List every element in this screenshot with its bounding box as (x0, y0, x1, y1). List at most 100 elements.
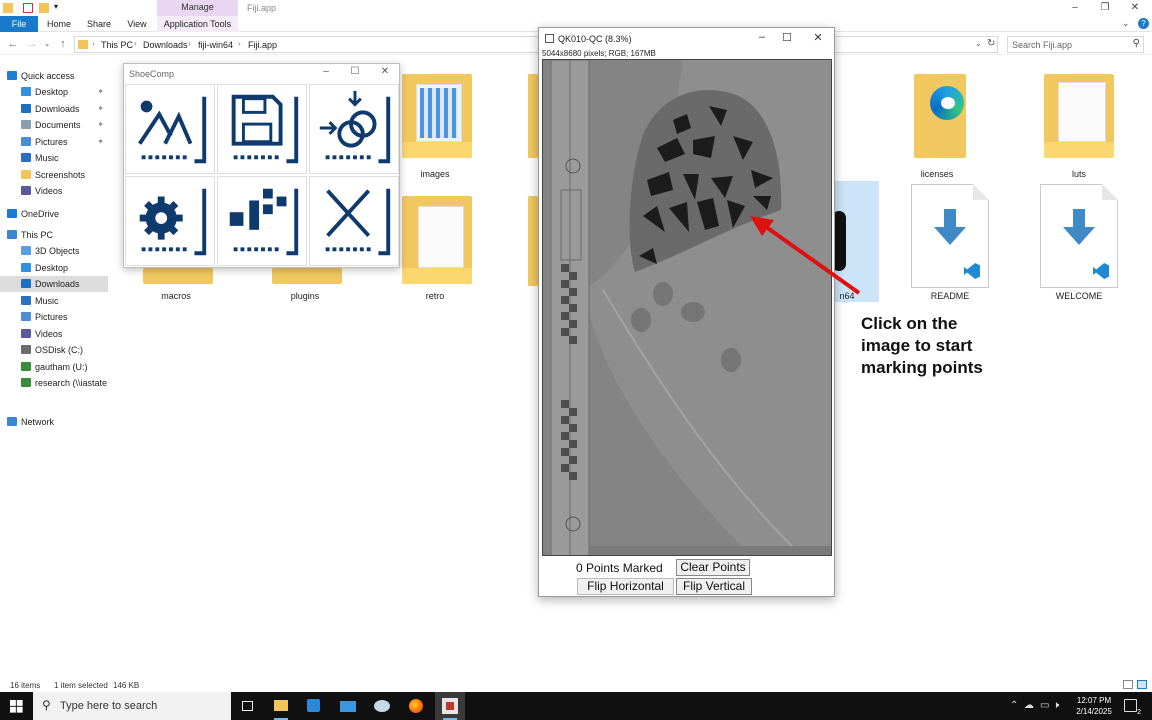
videos-icon (21, 186, 31, 195)
nav-item-music[interactable]: Music (0, 293, 108, 309)
new-folder-icon[interactable] (39, 3, 49, 13)
file-item-readme[interactable]: README (895, 184, 1005, 304)
notification-icon[interactable]: 2 (1124, 699, 1141, 716)
nav-item-desktop[interactable]: Desktop (0, 260, 108, 276)
search-box[interactable]: Search Fiji.app ⚲ (1007, 36, 1144, 53)
fiji-taskbar-icon[interactable] (435, 692, 465, 720)
breadcrumb-downloads[interactable]: Downloads (143, 40, 188, 50)
taskbar-search[interactable]: ⚲ Type here to search (33, 692, 231, 720)
minimize-icon[interactable]: – (313, 66, 339, 80)
minimize-icon[interactable]: – (751, 31, 773, 45)
nav-item-music[interactable]: Music (0, 150, 108, 166)
up-arrow-icon[interactable]: ↑ (56, 37, 70, 51)
task-view-icon[interactable] (233, 692, 263, 720)
start-button[interactable] (0, 692, 33, 720)
nav-item-downloads[interactable]: Downloads ✦ (0, 101, 108, 117)
details-view-icon[interactable] (1123, 680, 1133, 689)
properties-icon[interactable] (23, 3, 33, 13)
network-tray-icon[interactable]: ▭ (1040, 700, 1049, 711)
breadcrumb-this-pc[interactable]: This PC (101, 40, 133, 50)
chevron-up-icon[interactable]: ⌃ (1010, 700, 1018, 711)
close-icon[interactable]: ✕ (1120, 0, 1150, 16)
back-arrow-icon[interactable]: ← (6, 37, 20, 51)
clock[interactable]: 12:07 PM 2/14/2025 (1067, 695, 1121, 717)
nav-item-gautham-u[interactable]: gautham (U:) (0, 359, 108, 375)
maximize-icon[interactable]: ☐ (342, 66, 368, 80)
compare-button[interactable] (309, 84, 399, 174)
settings-button[interactable] (125, 176, 215, 266)
maximize-icon[interactable]: ☐ (776, 31, 798, 45)
firefox-icon[interactable] (401, 692, 431, 720)
flip-horizontal-button[interactable]: Flip Horizontal (577, 578, 674, 595)
refresh-icon[interactable]: ↻ (987, 38, 995, 49)
path-dropdown-icon[interactable]: ⌄ (975, 39, 982, 48)
mail-icon[interactable] (333, 692, 363, 720)
nav-item-pictures[interactable]: Pictures (0, 309, 108, 325)
tab-share[interactable]: Share (80, 16, 118, 32)
clock-date: 2/14/2025 (1076, 707, 1112, 716)
network-drive-icon (21, 378, 31, 387)
tab-view[interactable]: View (118, 16, 156, 32)
breadcrumb-fiji-app[interactable]: Fiji.app (248, 40, 277, 50)
file-label: luts (1071, 169, 1086, 179)
file-item-licenses[interactable]: licenses (882, 72, 992, 182)
load-button[interactable] (125, 84, 215, 174)
onedrive-tray-icon[interactable]: ☁ (1024, 700, 1034, 711)
search-input[interactable]: Search Fiji.app (1012, 40, 1072, 50)
volume-tray-icon[interactable]: 🕨 (1053, 700, 1059, 711)
file-item-luts[interactable]: luts (1024, 72, 1134, 182)
large-icons-view-icon[interactable] (1137, 680, 1147, 689)
file-item-welcome[interactable]: WELCOME (1024, 184, 1134, 304)
nav-item-osdisk-c[interactable]: OSDisk (C:) (0, 342, 108, 358)
nav-item-pictures[interactable]: Pictures ✦ (0, 134, 108, 150)
nav-item-research-iastate-e[interactable]: research (\\iastate.e (0, 375, 108, 391)
nav-item-this-pc[interactable]: This PC (0, 227, 108, 243)
flip-vertical-button[interactable]: Flip Vertical (676, 578, 752, 595)
folder-front (402, 268, 472, 284)
folder-icon[interactable] (3, 3, 13, 13)
minimize-icon[interactable]: – (1060, 0, 1090, 16)
download-icon (21, 104, 31, 113)
store-icon[interactable] (299, 692, 329, 720)
image-canvas[interactable] (542, 59, 832, 556)
maximize-icon[interactable]: ❐ (1090, 0, 1120, 16)
taskbar-search-input[interactable]: Type here to search (60, 700, 157, 712)
music-icon (21, 153, 31, 162)
save-button[interactable] (217, 84, 307, 174)
nav-item-downloads[interactable]: Downloads (0, 276, 108, 292)
nav-item-videos[interactable]: Videos (0, 326, 108, 342)
tab-home[interactable]: Home (40, 16, 78, 32)
paint-icon[interactable] (367, 692, 397, 720)
nav-item-3d-objects[interactable]: 3D Objects (0, 243, 108, 259)
folder-icon[interactable] (528, 196, 538, 286)
nav-item-desktop[interactable]: Desktop ✦ (0, 84, 108, 100)
file-explorer-icon[interactable] (266, 692, 296, 720)
nav-item-videos[interactable]: Videos (0, 183, 108, 199)
qat-dropdown-icon[interactable]: ▾ (54, 2, 58, 11)
breadcrumb-fiji-win64[interactable]: fiji-win64 (198, 40, 233, 50)
path-box[interactable]: › This PC › Downloads › fiji-win64 › Fij… (74, 36, 998, 53)
help-icon[interactable]: ? (1138, 18, 1149, 29)
chevron-down-icon[interactable]: ⌄ (1122, 18, 1130, 29)
nav-item-quick-access[interactable]: Quick access (0, 68, 108, 84)
exit-button[interactable] (309, 176, 399, 266)
nav-item-network[interactable]: Network (0, 414, 108, 430)
nav-item-onedrive[interactable]: OneDrive (0, 206, 108, 222)
image-window: QK010-QC (8.3%) – ☐ ✕ 5044x8680 pixels; … (538, 27, 835, 597)
tab-application-tools[interactable]: Application Tools (157, 16, 238, 32)
plugins-button[interactable] (217, 176, 307, 266)
pin-icon: ✦ (97, 120, 104, 129)
close-icon[interactable]: ✕ (807, 31, 829, 45)
nav-item-documents[interactable]: Documents ✦ (0, 117, 108, 133)
forward-arrow-icon[interactable]: → (25, 37, 39, 51)
folder-icon[interactable] (528, 74, 538, 158)
close-icon[interactable]: ✕ (372, 66, 398, 80)
manage-tab[interactable]: Manage (157, 0, 238, 16)
clear-points-button[interactable]: Clear Points (676, 559, 750, 576)
x-mark-icon (325, 188, 391, 256)
pin-icon: ✦ (97, 104, 104, 113)
recent-dropdown-icon[interactable]: ⌄ (40, 37, 54, 51)
nav-item-screenshots[interactable]: Screenshots (0, 167, 108, 183)
tab-file[interactable]: File (0, 16, 38, 32)
search-icon[interactable]: ⚲ (1133, 38, 1140, 49)
